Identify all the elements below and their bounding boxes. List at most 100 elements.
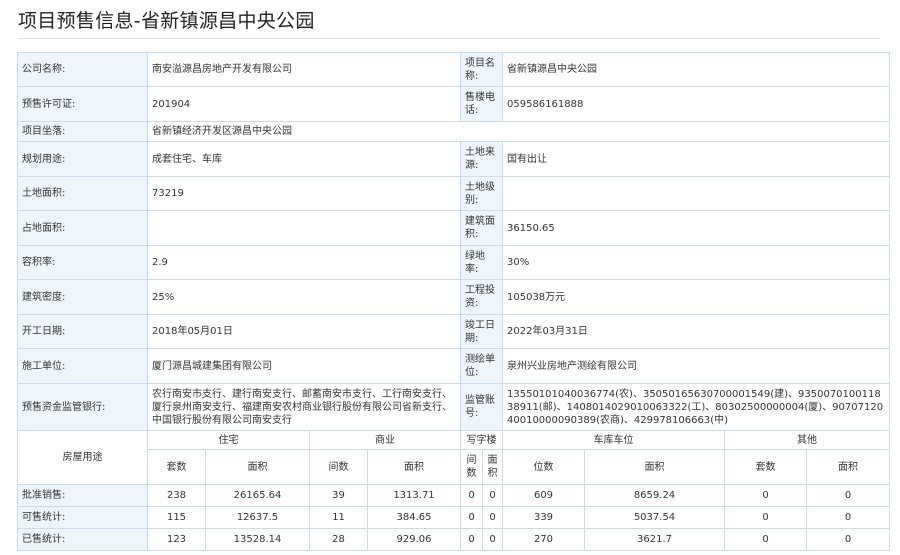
stats-cell: 12637.5 bbox=[205, 506, 310, 529]
stats-cell: 1313.71 bbox=[367, 484, 461, 507]
bank-value: 农行南安市支行、建行南安支行、邮蓄南安市支行、工行南安支行、厦行泉州南安支行、福… bbox=[147, 383, 461, 431]
stats-cell: 609 bbox=[502, 484, 585, 507]
stats-cell: 39 bbox=[309, 484, 368, 507]
land-source-value: 国有出让 bbox=[502, 141, 890, 177]
stats-subheader: 套数 bbox=[724, 449, 807, 485]
stats-cell: 0 bbox=[460, 484, 483, 507]
stats-subheader: 套数 bbox=[147, 449, 206, 485]
stats-group-header: 车库车位 bbox=[502, 430, 725, 450]
investment-label: 工程投资: bbox=[460, 279, 503, 315]
stats-cell: 0 bbox=[806, 528, 890, 551]
density-value: 25% bbox=[147, 279, 461, 315]
project-name-value: 省新镇源昌中央公园 bbox=[502, 52, 890, 87]
phone-value: 059586161888 bbox=[502, 86, 890, 122]
info-row-floor-area: 占地面积: 建筑面积: 36150.65 bbox=[17, 210, 890, 246]
table-row: 已售统计: 123 13528.14 28 929.06 0 0 270 362… bbox=[17, 528, 890, 551]
stats-cell: 0 bbox=[482, 484, 503, 507]
density-label: 建筑密度: bbox=[17, 279, 148, 315]
bank-label: 预售资金监管银行: bbox=[17, 383, 148, 431]
presale-info-table: 公司名称: 南安溢源昌房地产开发有限公司 项目名称: 省新镇源昌中央公园 预售许… bbox=[17, 52, 890, 551]
stats-cell: 0 bbox=[806, 484, 890, 507]
land-source-label: 土地来源: bbox=[460, 141, 503, 177]
stats-subheader: 面积 bbox=[482, 449, 503, 485]
surveyor-value: 泉州兴业房地产测绘有限公司 bbox=[502, 348, 890, 384]
builder-label: 施工单位: bbox=[17, 348, 148, 384]
title-divider bbox=[18, 38, 880, 39]
stats-subheader: 面积 bbox=[584, 449, 725, 485]
stats-cell: 5037.54 bbox=[584, 506, 725, 529]
info-row-density: 建筑密度: 25% 工程投资: 105038万元 bbox=[17, 279, 890, 315]
company-value: 南安溢源昌房地产开发有限公司 bbox=[147, 52, 461, 87]
plot-ratio-value: 2.9 bbox=[147, 245, 461, 280]
table-row: 可售统计: 115 12637.5 11 384.65 0 0 339 5037… bbox=[17, 506, 890, 529]
stats-cell: 0 bbox=[482, 506, 503, 529]
table-row: 批准销售: 238 26165.64 39 1313.71 0 0 609 86… bbox=[17, 484, 890, 507]
info-row-company: 公司名称: 南安溢源昌房地产开发有限公司 项目名称: 省新镇源昌中央公园 bbox=[17, 52, 890, 87]
stats-group-header-row: 房屋用途 住宅 商业 写字楼 车库车位 其他 bbox=[17, 430, 890, 485]
stats-row-label: 可售统计: bbox=[17, 506, 148, 529]
stats-subheader: 位数 bbox=[502, 449, 585, 485]
stats-cell: 0 bbox=[482, 528, 503, 551]
company-label: 公司名称: bbox=[17, 52, 148, 87]
permit-label: 预售许可证: bbox=[17, 86, 148, 122]
stats-row-label: 批准销售: bbox=[17, 484, 148, 507]
stats-subheader-row: 套数 面积 间数 面积 间数 面积 位数 面积 套数 面积 bbox=[18, 449, 890, 485]
start-date-value: 2018年05月01日 bbox=[147, 314, 461, 349]
account-value: 13550101040036774(农)、3505016563070000154… bbox=[502, 383, 890, 431]
stats-subheader: 面积 bbox=[367, 449, 461, 485]
surveyor-label: 测绘单位: bbox=[460, 348, 503, 384]
info-row-location: 项目坐落: 省新镇经济开发区源昌中央公园 bbox=[17, 121, 890, 142]
stats-group-header: 住宅 bbox=[147, 430, 310, 450]
start-date-label: 开工日期: bbox=[17, 314, 148, 349]
green-ratio-value: 30% bbox=[502, 245, 890, 280]
land-area-value: 73219 bbox=[147, 176, 461, 211]
stats-row-header: 房屋用途 bbox=[17, 430, 148, 485]
info-row-builder: 施工单位: 厦门源昌城建集团有限公司 测绘单位: 泉州兴业房地产测绘有限公司 bbox=[17, 348, 890, 384]
stats-cell: 26165.64 bbox=[205, 484, 310, 507]
usage-label: 规划用途: bbox=[17, 141, 148, 177]
stats-subheader: 面积 bbox=[806, 449, 890, 485]
land-grade-value bbox=[502, 176, 890, 211]
usage-value: 成套住宅、车库 bbox=[147, 141, 461, 177]
stats-cell: 11 bbox=[309, 506, 368, 529]
stats-subheader: 面积 bbox=[205, 449, 310, 485]
stats-cell: 0 bbox=[460, 506, 483, 529]
phone-label: 售楼电话: bbox=[460, 86, 503, 122]
stats-group-header: 写字楼 bbox=[460, 430, 503, 450]
land-area-label: 土地面积: bbox=[17, 176, 148, 211]
account-label: 监管账号: bbox=[460, 383, 503, 431]
page-title: 项目预售信息-省新镇源昌中央公园 bbox=[18, 10, 315, 32]
stats-cell: 115 bbox=[147, 506, 206, 529]
stats-cell: 384.65 bbox=[367, 506, 461, 529]
stats-cell: 270 bbox=[502, 528, 585, 551]
stats-cell: 0 bbox=[806, 506, 890, 529]
stats-row-label: 已售统计: bbox=[17, 528, 148, 551]
stats-cell: 3621.7 bbox=[584, 528, 725, 551]
land-grade-label: 土地级别: bbox=[460, 176, 503, 211]
stats-cell: 0 bbox=[724, 484, 807, 507]
stats-cell: 238 bbox=[147, 484, 206, 507]
investment-value: 105038万元 bbox=[502, 279, 890, 315]
stats-cell: 8659.24 bbox=[584, 484, 725, 507]
floor-area-value bbox=[147, 210, 461, 246]
end-date-label: 竣工日期: bbox=[460, 314, 503, 349]
floor-area-label: 占地面积: bbox=[17, 210, 148, 246]
stats-subheader: 间数 bbox=[309, 449, 368, 485]
stats-cell: 0 bbox=[460, 528, 483, 551]
builder-value: 厦门源昌城建集团有限公司 bbox=[147, 348, 461, 384]
stats-cell: 123 bbox=[147, 528, 206, 551]
permit-value: 201904 bbox=[147, 86, 461, 122]
stats-cell: 929.06 bbox=[367, 528, 461, 551]
location-value: 省新镇经济开发区源昌中央公园 bbox=[147, 121, 890, 142]
plot-ratio-label: 容积率: bbox=[17, 245, 148, 280]
info-row-plot-ratio: 容积率: 2.9 绿地率: 30% bbox=[17, 245, 890, 280]
info-row-permit: 预售许可证: 201904 售楼电话: 059586161888 bbox=[17, 86, 890, 122]
stats-cell: 28 bbox=[309, 528, 368, 551]
project-name-label: 项目名称: bbox=[460, 52, 503, 87]
info-row-dates: 开工日期: 2018年05月01日 竣工日期: 2022年03月31日 bbox=[17, 314, 890, 349]
stats-cell: 0 bbox=[724, 528, 807, 551]
stats-cell: 13528.14 bbox=[205, 528, 310, 551]
building-area-label: 建筑面积: bbox=[460, 210, 503, 246]
end-date-value: 2022年03月31日 bbox=[502, 314, 890, 349]
building-area-value: 36150.65 bbox=[502, 210, 890, 246]
